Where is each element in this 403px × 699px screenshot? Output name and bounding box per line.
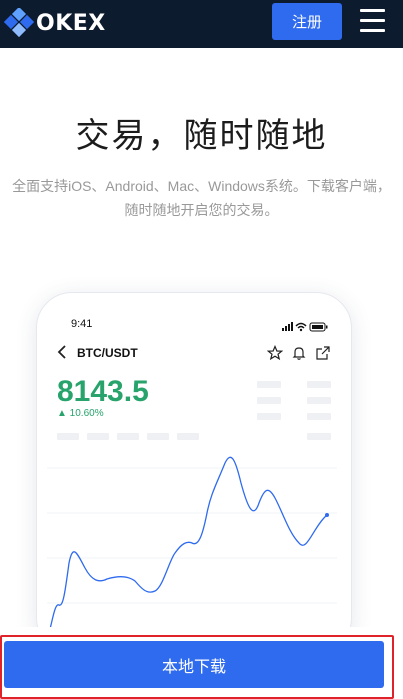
logo-text: OKEX [36,10,106,36]
star-icon[interactable] [267,345,283,361]
trading-pair: BTC/USDT [77,346,138,360]
pair-actions [267,345,331,361]
top-header: OKEX 注册 [0,0,403,48]
placeholder-bar [307,433,331,440]
price-value: 8143.5 [57,375,149,408]
signal-icon [282,322,293,331]
battery-icon [309,322,328,332]
price-chart [47,456,337,634]
placeholder-bar [257,381,281,388]
price-line [48,456,328,634]
placeholder-bar [257,413,281,420]
okex-logo[interactable]: OKEX [4,8,106,38]
placeholder-bar [177,433,199,440]
price-change: ▲ 10.60% [57,408,104,419]
hero-subtitle: 全面支持iOS、Android、Mac、Windows系统。下载客户端，随时随地… [12,178,391,218]
placeholder-bar [87,433,109,440]
download-bar: 本地下载 [0,627,403,699]
back-chevron-icon[interactable] [57,345,67,363]
okex-logo-icon [4,8,34,38]
chart-end-point [325,513,329,517]
local-download-button[interactable]: 本地下载 [4,641,384,688]
placeholder-bar [117,433,139,440]
placeholder-bar [307,397,331,404]
placeholder-bar [257,397,281,404]
share-icon[interactable] [315,345,331,361]
hero-title: 交易，随时随地 [75,116,328,156]
placeholder-bar [307,413,331,420]
phone-mockup: 9:41 BTC/USDT 8143.5 ▲ 10.60% [36,292,352,654]
placeholder-bar [307,381,331,388]
menu-icon[interactable] [360,9,385,32]
bell-icon[interactable] [291,345,307,361]
signup-button[interactable]: 注册 [272,3,342,40]
status-time: 9:41 [71,318,93,330]
wifi-icon [295,322,307,332]
status-icons [282,317,330,336]
placeholder-bar [57,433,79,440]
placeholder-bar [147,433,169,440]
